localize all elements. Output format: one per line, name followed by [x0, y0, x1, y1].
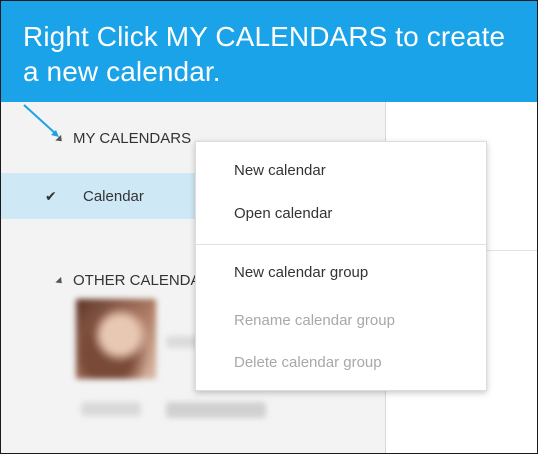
context-menu: New calendar Open calendar New calendar … — [195, 141, 487, 391]
calendar-item-label: Calendar — [83, 187, 144, 205]
instruction-banner: Right Click MY CALENDARS to create a new… — [1, 1, 537, 102]
my-calendars-header[interactable]: MY CALENDARS — [55, 130, 192, 147]
menu-divider — [196, 244, 486, 245]
blurred-text — [166, 402, 266, 418]
collapse-triangle-icon — [55, 276, 65, 287]
my-calendars-label: MY CALENDARS — [73, 130, 192, 147]
instruction-line-2: a new calendar. — [23, 56, 221, 87]
menu-item-delete-calendar-group: Delete calendar group — [234, 354, 382, 371]
blurred-text — [81, 402, 141, 416]
menu-item-open-calendar[interactable]: Open calendar — [234, 205, 332, 222]
menu-item-new-calendar[interactable]: New calendar — [234, 162, 326, 179]
instruction-line-1: Right Click MY CALENDARS to create — [23, 21, 506, 52]
check-icon: ✔ — [45, 187, 57, 204]
menu-item-rename-calendar-group: Rename calendar group — [234, 312, 395, 329]
screenshot-frame: Right Click MY CALENDARS to create a new… — [0, 0, 538, 454]
menu-item-new-calendar-group[interactable]: New calendar group — [234, 264, 368, 281]
collapse-triangle-icon — [55, 134, 65, 145]
blurred-avatar — [76, 299, 156, 379]
